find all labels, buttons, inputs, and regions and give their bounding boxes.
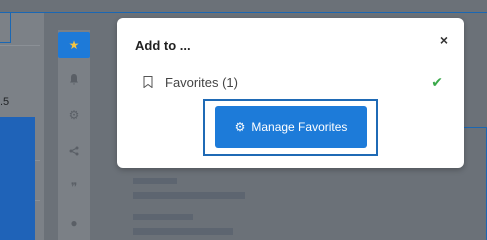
quote-icon[interactable]: ❞ xyxy=(58,174,90,200)
favorites-list-item[interactable]: Favorites (1) ✔ xyxy=(143,72,443,92)
chart-axis-label: .5 xyxy=(0,96,10,108)
callout-line-left xyxy=(10,12,11,42)
manage-favorites-button[interactable]: ⚙ Manage Favorites xyxy=(215,106,367,148)
favorites-label: Favorites (1) xyxy=(165,74,238,90)
ghost-value-2 xyxy=(133,228,233,235)
star-glyph: ★ xyxy=(68,38,80,52)
gear-glyph: ⚙ xyxy=(68,108,80,122)
check-icon: ✔ xyxy=(431,74,443,90)
manage-favorites-label: Manage Favorites xyxy=(251,120,348,134)
ghost-value-1 xyxy=(133,192,245,199)
ghost-heading-1 xyxy=(133,178,177,184)
callout-line-top xyxy=(0,12,487,13)
gear-icon[interactable]: ⚙ xyxy=(58,102,90,128)
modal-title: Add to ... xyxy=(135,38,191,53)
share-glyph xyxy=(69,146,79,156)
side-toolbar: ★ ⚙ ❞ ● xyxy=(58,30,90,240)
quote-glyph: ❞ xyxy=(70,180,78,194)
bell-glyph xyxy=(70,73,78,85)
comment-icon[interactable]: ● xyxy=(58,210,90,236)
callout-line-left-tick xyxy=(0,42,11,43)
share-icon[interactable] xyxy=(58,138,90,164)
bookmark-icon xyxy=(143,76,153,88)
background-chart-bar xyxy=(0,117,35,240)
chart-gridline xyxy=(0,45,40,46)
close-button[interactable]: × xyxy=(440,32,448,48)
ghost-heading-2 xyxy=(133,214,193,220)
comment-glyph: ● xyxy=(70,216,78,230)
bell-icon[interactable] xyxy=(58,66,90,92)
gear-icon: ⚙ xyxy=(234,120,246,134)
star-icon[interactable]: ★ xyxy=(58,32,90,58)
